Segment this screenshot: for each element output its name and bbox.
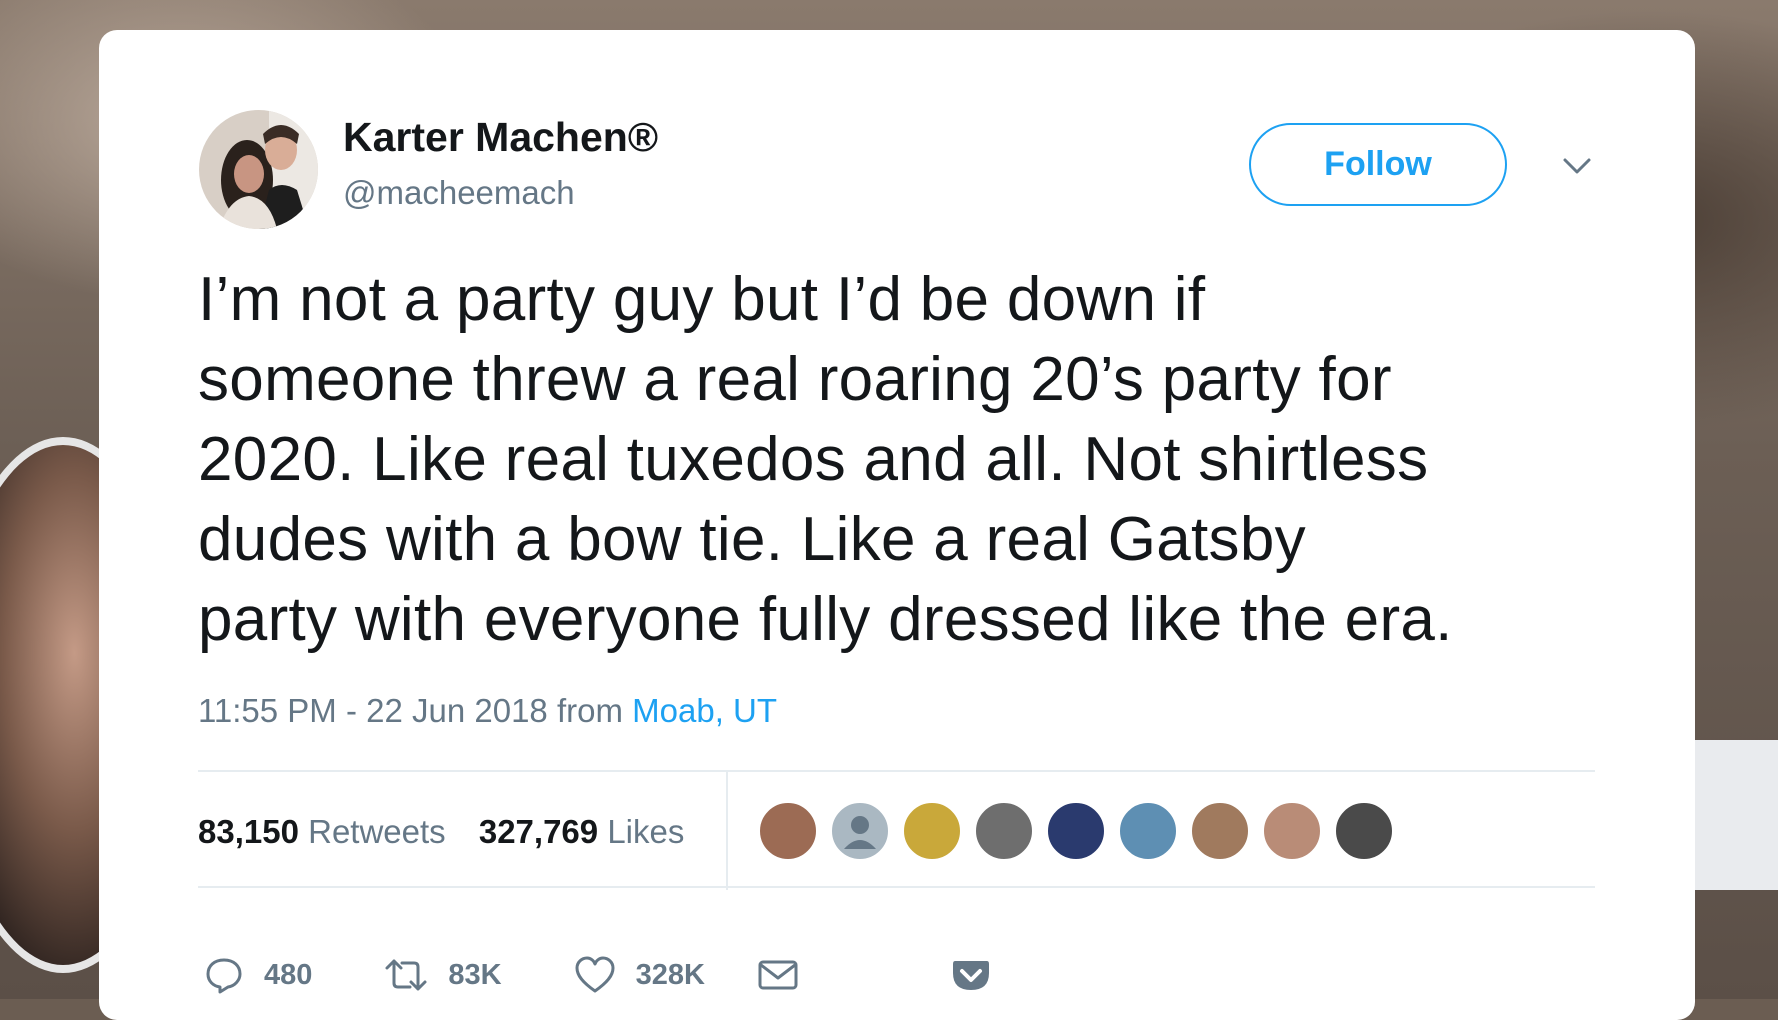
likes-count: 327,769 <box>478 813 599 850</box>
reply-button[interactable]: 480 <box>204 955 312 995</box>
liker-avatar[interactable] <box>902 801 962 861</box>
stats-divider <box>726 772 728 890</box>
liker-avatar[interactable] <box>1262 801 1322 861</box>
direct-message-button[interactable] <box>757 957 799 993</box>
liker-avatars <box>758 801 1394 861</box>
chevron-down-icon[interactable] <box>1559 148 1595 184</box>
liker-avatar[interactable] <box>830 801 890 861</box>
author-avatar[interactable] <box>199 110 318 229</box>
tweet-text-line: someone threw a real roaring 20’s party … <box>198 345 1392 414</box>
reply-count: 480 <box>264 958 313 991</box>
tweet-stats: 83,150 Retweets 327,769 Likes <box>198 813 708 851</box>
retweets-stat[interactable]: 83,150 Retweets <box>198 813 446 850</box>
divider <box>198 886 1595 888</box>
retweet-button[interactable]: 83K <box>384 955 502 995</box>
liker-avatar[interactable] <box>1118 801 1178 861</box>
tweet-timestamp[interactable]: 11:55 PM - 22 Jun 2018 <box>198 692 548 729</box>
liker-avatar[interactable] <box>1046 801 1106 861</box>
tweet-text-line: 2020. Like real tuxedos and all. Not shi… <box>198 425 1429 494</box>
liker-avatar[interactable] <box>1190 801 1250 861</box>
like-button[interactable]: 328K <box>574 955 705 995</box>
liker-avatar[interactable] <box>758 801 818 861</box>
envelope-icon <box>758 960 798 990</box>
pocket-button[interactable] <box>951 957 991 993</box>
retweet-icon <box>385 959 427 991</box>
likes-stat[interactable]: 327,769 Likes <box>479 813 685 850</box>
tweet-card: Karter Machen® @macheemach Follow I’m no… <box>99 30 1695 1020</box>
divider <box>198 770 1595 772</box>
author-name[interactable]: Karter Machen® <box>343 114 658 161</box>
retweet-count: 83K <box>448 958 502 991</box>
default-avatar-icon <box>844 816 876 849</box>
tweet-actions: 480 83K 328K <box>204 950 991 1000</box>
liker-avatar[interactable] <box>974 801 1034 861</box>
likes-label: Likes <box>607 813 685 850</box>
tweet-location-link[interactable]: Moab, UT <box>632 692 777 729</box>
from-label: from <box>556 692 623 729</box>
author-handle[interactable]: @macheemach <box>343 174 575 212</box>
heart-icon <box>575 956 615 993</box>
pocket-icon <box>952 961 989 990</box>
tweet-text-line: I’m not a party guy but I’d be down if <box>198 265 1206 334</box>
tweet-meta: 11:55 PM - 22 Jun 2018 from Moab, UT <box>198 692 777 730</box>
retweets-label: Retweets <box>308 813 446 850</box>
liker-avatar[interactable] <box>1334 801 1394 861</box>
follow-button[interactable]: Follow <box>1249 123 1507 206</box>
reply-icon <box>206 958 242 994</box>
tweet-text: I’m not a party guy but I’d be down if s… <box>198 260 1618 660</box>
tweet-text-line: dudes with a bow tie. Like a real Gatsby <box>198 505 1306 574</box>
tweet-text-line: party with everyone fully dressed like t… <box>198 585 1453 654</box>
like-count: 328K <box>635 958 705 991</box>
retweets-count: 83,150 <box>198 813 299 850</box>
